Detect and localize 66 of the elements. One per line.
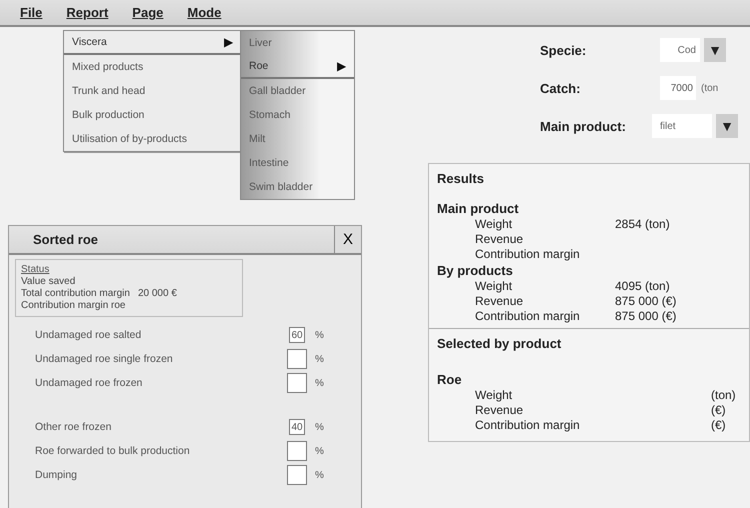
- menu-item[interactable]: Mode: [185, 3, 224, 22]
- menu-item[interactable]: Stomach: [241, 103, 354, 127]
- result-label: Revenue: [475, 232, 524, 247]
- menu-item[interactable]: File: [18, 3, 44, 22]
- section-heading: Roe: [437, 371, 463, 388]
- result-value: (€): [711, 418, 726, 433]
- input-field[interactable]: 60: [289, 327, 305, 343]
- menu-item[interactable]: Bulk production: [64, 103, 241, 127]
- menu-item[interactable]: Roe ▶: [241, 55, 354, 79]
- field-label: Main product:: [540, 118, 627, 134]
- input-field[interactable]: 40: [289, 419, 305, 435]
- result-value: 2854 (ton): [615, 217, 670, 232]
- status-text: Contribution margin roe: [21, 300, 126, 312]
- menu-item[interactable]: Trunk and head: [64, 79, 241, 103]
- status-heading: Status: [21, 264, 50, 276]
- input-field[interactable]: [287, 441, 307, 461]
- field-label: Specie:: [540, 42, 588, 58]
- section-heading: Main product: [437, 200, 520, 217]
- input-field[interactable]: [287, 465, 307, 485]
- unit-label: %: [315, 446, 324, 456]
- field-label: Dumping: [35, 469, 78, 481]
- result-label: Contribution margin: [475, 309, 581, 324]
- field-label: Undamaged roe single frozen: [35, 353, 174, 365]
- result-label: Weight: [475, 388, 514, 403]
- unit-label: %: [315, 470, 324, 480]
- result-label: Contribution margin: [475, 247, 581, 262]
- status-text: Value saved: [21, 276, 76, 288]
- result-value: 875 000 (€): [615, 309, 676, 324]
- dropdown[interactable]: filet: [652, 114, 712, 138]
- dialog-title: Sorted roe: [32, 231, 100, 249]
- status-text: Total contribution margin: [21, 288, 130, 300]
- unit-label: %: [315, 330, 324, 340]
- menu-item[interactable]: Intestine: [241, 151, 354, 175]
- field-label: Undamaged roe frozen: [35, 377, 144, 389]
- result-value: 4095 (ton): [615, 279, 670, 294]
- menu-item[interactable]: Mixed products: [64, 55, 241, 79]
- menu-item[interactable]: Gall bladder: [241, 79, 354, 103]
- section-heading: By products: [437, 262, 514, 279]
- input-field[interactable]: [287, 373, 307, 393]
- field-label: Undamaged roe salted: [35, 329, 142, 341]
- field-label: Catch:: [540, 80, 582, 96]
- menu-item[interactable]: Report: [64, 3, 110, 22]
- result-value: (€): [711, 403, 726, 418]
- result-label: Weight: [475, 217, 514, 232]
- field-label: Other roe frozen: [35, 421, 112, 433]
- unit-label: %: [315, 422, 324, 432]
- result-label: Contribution margin: [475, 418, 581, 433]
- result-value: 875 000 (€): [615, 294, 676, 309]
- result-value: (ton): [711, 388, 736, 403]
- menu-item[interactable]: Page: [130, 3, 166, 22]
- dropdown[interactable]: Cod: [660, 38, 700, 62]
- unit-label: %: [315, 378, 324, 388]
- results-title: Results: [437, 170, 485, 187]
- result-label: Revenue: [475, 294, 524, 309]
- menu-item[interactable]: Utilisation of by-products: [64, 127, 241, 151]
- status-value: 20 000 €: [138, 288, 177, 300]
- unit-label: %: [315, 354, 324, 364]
- section-heading: Selected by product: [437, 335, 562, 352]
- unit-label: (ton: [701, 82, 718, 94]
- input-field[interactable]: 7000: [660, 76, 696, 100]
- menu-item[interactable]: Swim bladder: [241, 175, 354, 199]
- input-field[interactable]: [287, 349, 307, 369]
- result-label: Revenue: [475, 403, 524, 418]
- close-button[interactable]: X: [334, 226, 361, 253]
- field-label: Roe forwarded to bulk production: [35, 445, 191, 457]
- result-label: Weight: [475, 279, 514, 294]
